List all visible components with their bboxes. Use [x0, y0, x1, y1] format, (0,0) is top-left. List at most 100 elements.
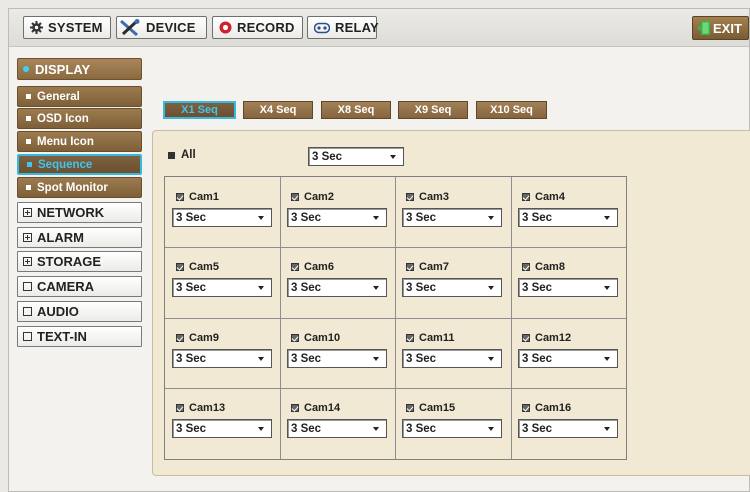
sidebar-group-camera[interactable]: CAMERA — [17, 276, 142, 297]
camera-checkbox[interactable]: Cam13 — [176, 402, 225, 414]
all-checkbox[interactable]: All — [168, 149, 196, 161]
tab-label: X1 Seq — [181, 104, 218, 116]
sidebar-group-network[interactable]: NETWORK — [17, 202, 142, 223]
sidebar-group-storage[interactable]: STORAGE — [17, 251, 142, 272]
sidebar-group-label: CAMERA — [37, 279, 95, 294]
tools-icon — [119, 18, 141, 37]
collapse-icon — [23, 307, 32, 316]
camera-dwell-select[interactable]: 3 Sec — [518, 208, 618, 227]
camera-checkbox[interactable]: Cam12 — [522, 332, 571, 344]
all-toggle-icon — [168, 151, 175, 159]
dropdown-arrow-icon — [604, 216, 610, 220]
camera-dwell-select[interactable]: 3 Sec — [287, 419, 387, 438]
sidebar-group-label: AUDIO — [37, 304, 79, 319]
dropdown-arrow-icon — [373, 286, 379, 290]
checkbox-checked-icon — [176, 334, 184, 342]
camera-name: Cam4 — [535, 191, 565, 203]
camera-checkbox[interactable]: Cam8 — [522, 261, 565, 273]
camera-dwell-value: 3 Sec — [291, 352, 322, 365]
camera-checkbox[interactable]: Cam9 — [176, 332, 219, 344]
camera-dwell-select[interactable]: 3 Sec — [402, 278, 502, 297]
camera-checkbox[interactable]: Cam11 — [406, 332, 454, 344]
sidebar-item-spot-monitor[interactable]: Spot Monitor — [17, 177, 142, 198]
camera-dwell-select[interactable]: 3 Sec — [518, 349, 618, 368]
camera-dwell-select[interactable]: 3 Sec — [172, 208, 272, 227]
dropdown-arrow-icon — [373, 357, 379, 361]
bullet-icon — [26, 185, 31, 190]
sidebar-group-text-in[interactable]: TEXT-IN — [17, 326, 142, 347]
camera-dwell-value: 3 Sec — [522, 211, 553, 224]
camera-dwell-value: 3 Sec — [176, 352, 207, 365]
camera-checkbox[interactable]: Cam1 — [176, 191, 219, 203]
sidebar-group-label: ALARM — [37, 230, 84, 245]
system-button[interactable]: SYSTEM — [23, 16, 111, 39]
camera-checkbox[interactable]: Cam4 — [522, 191, 565, 203]
tab-x10-seq[interactable]: X10 Seq — [476, 101, 547, 119]
camera-dwell-select[interactable]: 3 Sec — [402, 208, 502, 227]
dropdown-arrow-icon — [604, 286, 610, 290]
collapse-icon — [23, 282, 32, 291]
camera-dwell-select[interactable]: 3 Sec — [172, 349, 272, 368]
camera-checkbox[interactable]: Cam16 — [522, 402, 571, 414]
bullet-icon — [26, 94, 31, 99]
camera-dwell-value: 3 Sec — [406, 422, 437, 435]
relay-button[interactable]: RELAY — [307, 16, 379, 39]
camera-checkbox[interactable]: Cam3 — [406, 191, 449, 203]
bullet-icon — [27, 162, 32, 167]
checkbox-checked-icon — [522, 263, 530, 271]
tab-x8-seq[interactable]: X8 Seq — [321, 101, 391, 119]
camera-dwell-select[interactable]: 3 Sec — [402, 419, 502, 438]
sidebar-display-label: DISPLAY — [35, 61, 91, 77]
camera-checkbox[interactable]: Cam5 — [176, 261, 219, 273]
camera-checkbox[interactable]: Cam14 — [291, 402, 340, 414]
camera-checkbox[interactable]: Cam6 — [291, 261, 334, 273]
sidebar-group-audio[interactable]: AUDIO — [17, 301, 142, 322]
grid-divider — [280, 177, 281, 459]
checkbox-checked-icon — [291, 193, 299, 201]
camera-dwell-select[interactable]: 3 Sec — [518, 278, 618, 297]
device-button[interactable]: DEVICE — [116, 16, 207, 39]
sidebar-item-sequence[interactable]: Sequence — [17, 154, 142, 175]
camera-checkbox[interactable]: Cam2 — [291, 191, 334, 203]
bullet-icon — [26, 139, 31, 144]
tab-label: X4 Seq — [259, 104, 297, 116]
camera-checkbox[interactable]: Cam10 — [291, 332, 340, 344]
camera-name: Cam2 — [304, 191, 334, 203]
camera-dwell-select[interactable]: 3 Sec — [172, 278, 272, 297]
camera-dwell-select[interactable]: 3 Sec — [518, 419, 618, 438]
camera-checkbox[interactable]: Cam7 — [406, 261, 449, 273]
dropdown-arrow-icon — [488, 216, 494, 220]
dropdown-arrow-icon — [373, 216, 379, 220]
dropdown-arrow-icon — [488, 357, 494, 361]
camera-dwell-select[interactable]: 3 Sec — [402, 349, 502, 368]
sidebar-display-header[interactable]: DISPLAY — [17, 58, 142, 80]
exit-button[interactable]: EXIT — [692, 16, 749, 40]
checkbox-checked-icon — [176, 404, 184, 412]
all-dwell-select[interactable]: 3 Sec — [308, 147, 404, 166]
checkbox-checked-icon — [406, 404, 414, 412]
dropdown-arrow-icon — [258, 216, 264, 220]
record-button[interactable]: RECORD — [212, 16, 303, 39]
camera-dwell-select[interactable]: 3 Sec — [172, 419, 272, 438]
sidebar-item-menu-icon[interactable]: Menu Icon — [17, 131, 142, 152]
camera-dwell-select[interactable]: 3 Sec — [287, 349, 387, 368]
camera-dwell-value: 3 Sec — [176, 211, 207, 224]
camera-name: Cam11 — [419, 332, 455, 344]
sidebar-item-label: Menu Icon — [37, 135, 94, 148]
camera-dwell-value: 3 Sec — [176, 422, 207, 435]
tab-x4-seq[interactable]: X4 Seq — [243, 101, 313, 119]
tab-x1-seq[interactable]: X1 Seq — [163, 101, 236, 119]
camera-dwell-select[interactable]: 3 Sec — [287, 208, 387, 227]
camera-name: Cam5 — [189, 261, 219, 273]
sidebar-item-label: Sequence — [38, 158, 93, 171]
sidebar-item-general[interactable]: General — [17, 86, 142, 107]
sidebar-item-osd-icon[interactable]: OSD Icon — [17, 108, 142, 129]
camera-checkbox[interactable]: Cam15 — [406, 402, 455, 414]
camera-dwell-select[interactable]: 3 Sec — [287, 278, 387, 297]
camera-dwell-grid: Cam1 3 Sec Cam2 3 Sec Cam3 3 Sec Cam4 3 Sec Cam5… — [164, 176, 627, 460]
bullet-icon — [23, 66, 29, 72]
all-label: All — [181, 149, 196, 161]
camera-name: Cam15 — [419, 402, 456, 414]
sidebar-group-alarm[interactable]: ALARM — [17, 227, 142, 248]
tab-x9-seq[interactable]: X9 Seq — [398, 101, 468, 119]
